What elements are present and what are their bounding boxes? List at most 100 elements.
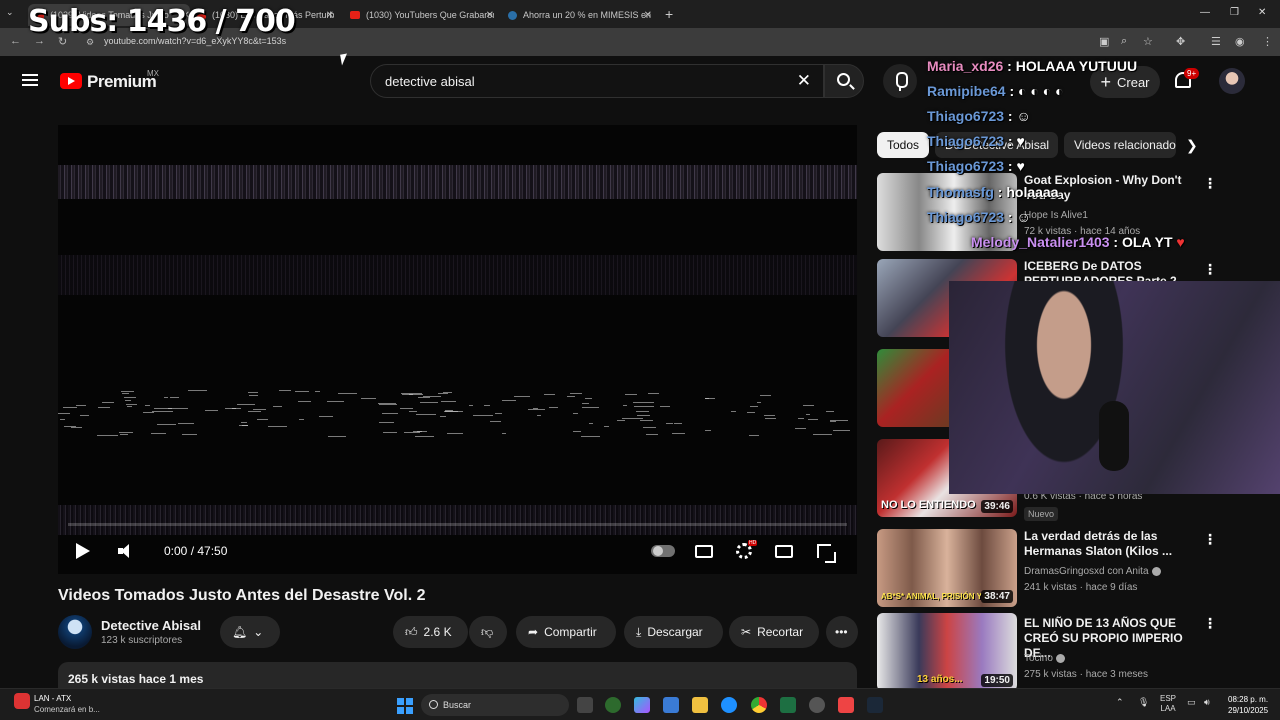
subtitles-icon[interactable]: [695, 545, 713, 558]
glitch-line: [415, 436, 434, 437]
obs-icon[interactable]: [838, 697, 854, 713]
new-tab-plus-icon[interactable]: +: [665, 6, 673, 22]
clip-label: Recortar: [757, 625, 804, 639]
close-window-icon[interactable]: ✕: [1258, 7, 1266, 18]
recommendation-channel[interactable]: Hope Is Alive1: [1024, 210, 1088, 221]
autoplay-toggle[interactable]: [651, 545, 675, 557]
volume-tray-icon[interactable]: 🔊︎: [1204, 697, 1210, 708]
download-button[interactable]: ⤓ Descargar: [624, 616, 723, 648]
more-vert-icon[interactable]: ⋮: [1203, 175, 1217, 192]
widget-title[interactable]: LAN - ATX: [34, 694, 71, 703]
share-button[interactable]: ➦ Compartir: [516, 616, 616, 648]
glitch-line: [643, 427, 656, 428]
glitch-line: [178, 423, 194, 424]
close-tab-icon[interactable]: ✕: [326, 10, 334, 21]
browser-tab-3[interactable]: (1030) YouTubers Que Grabaron ✕: [350, 4, 494, 26]
theater-mode-icon[interactable]: [775, 545, 793, 558]
streamer-webcam: [949, 281, 1280, 494]
browser-tab-4[interactable]: Ahorra un 20 % en MIMESIS en ✕: [508, 4, 652, 26]
more-vert-icon[interactable]: ⋮: [1203, 531, 1217, 548]
menu-dots-icon[interactable]: ⋮: [1262, 35, 1273, 48]
glitch-line: [401, 393, 422, 394]
recommendation-channel[interactable]: DramasGringosxd con Anita: [1024, 566, 1161, 577]
search-icon: [837, 73, 850, 86]
glitch-line: [328, 436, 346, 437]
youtube-logo-icon[interactable]: [60, 73, 82, 89]
maximize-icon[interactable]: ❐: [1230, 7, 1239, 18]
extensions-icon[interactable]: ✥: [1176, 35, 1185, 48]
chat-username: Melody_Natalier1403: [971, 234, 1110, 250]
glitch-line: [417, 431, 422, 432]
account-avatar[interactable]: [1219, 68, 1245, 94]
more-vert-icon[interactable]: ⋮: [1203, 261, 1217, 278]
widget-app-icon[interactable]: [14, 693, 30, 709]
dislike-button[interactable]: 👎︎: [469, 616, 507, 648]
clip-button[interactable]: ✂ Recortar: [729, 616, 819, 648]
play-icon[interactable]: [76, 543, 90, 559]
reading-list-icon[interactable]: ☰: [1211, 35, 1221, 48]
start-windows-icon[interactable]: [397, 698, 413, 714]
more-actions-button[interactable]: •••: [826, 616, 858, 648]
recommendation-item[interactable]: AB*S* ANIMAL, PRISIÓN Y L 38:47 La verda…: [877, 529, 1272, 609]
search-input[interactable]: detective abisal ✕: [370, 64, 824, 98]
app-icon[interactable]: [605, 697, 621, 713]
back-arrow-icon[interactable]: ←: [10, 35, 21, 47]
glitch-line: [420, 402, 438, 403]
steam-icon[interactable]: [867, 697, 883, 713]
video-thumbnail[interactable]: 13 años... 19:50: [877, 613, 1017, 691]
scanline-glitch-band: [58, 390, 857, 440]
volume-icon[interactable]: [118, 544, 132, 558]
minimize-icon[interactable]: —: [1200, 7, 1210, 18]
mic-tray-icon[interactable]: 🎙︎: [1138, 697, 1149, 708]
video-duration: 19:50: [981, 674, 1013, 687]
video-thumbnail[interactable]: AB*S* ANIMAL, PRISIÓN Y L 38:47: [877, 529, 1017, 607]
excel-icon[interactable]: [780, 697, 796, 713]
channel-avatar[interactable]: [58, 615, 92, 649]
glitch-line: [806, 414, 810, 415]
hamburger-menu-icon[interactable]: [22, 74, 38, 86]
channel-name[interactable]: Detective Abisal: [101, 618, 201, 633]
fullscreen-icon[interactable]: [817, 544, 836, 563]
glitch-line: [157, 424, 176, 425]
system-clock[interactable]: 08:28 p. m. 29/10/2025: [1228, 694, 1268, 716]
close-tab-icon[interactable]: ✕: [486, 10, 494, 21]
app-icon[interactable]: [809, 697, 825, 713]
like-button[interactable]: 👍︎ 2.6 K: [393, 616, 468, 648]
install-app-icon[interactable]: ▣: [1099, 35, 1109, 48]
search-button[interactable]: [824, 64, 864, 98]
taskbar-search[interactable]: Buscar: [421, 694, 569, 716]
youtube-brand-text[interactable]: Premium: [87, 72, 157, 92]
chrome-icon[interactable]: [751, 697, 767, 713]
recommendation-item[interactable]: 13 años... 19:50 EL NIÑO DE 13 AÑOS QUE …: [877, 613, 1272, 693]
recommendation-channel[interactable]: Tocino: [1024, 653, 1065, 664]
subscribed-bell-button[interactable]: 🔔︎ ⌄: [220, 616, 280, 648]
glitch-line: [589, 423, 593, 424]
file-explorer-icon[interactable]: [692, 697, 708, 713]
tray-chevron-icon[interactable]: ⌃: [1116, 697, 1124, 708]
copilot-icon[interactable]: [634, 697, 650, 713]
store-icon[interactable]: [663, 697, 679, 713]
more-vert-icon[interactable]: ⋮: [1203, 615, 1217, 632]
network-icon[interactable]: ▭: [1187, 697, 1196, 708]
tab-search-chevron-icon[interactable]: ⌄: [6, 7, 14, 18]
close-tab-icon[interactable]: ✕: [644, 10, 652, 21]
task-view-icon[interactable]: [577, 697, 593, 713]
chip-videos-relacionados[interactable]: Videos relacionados: [1064, 132, 1176, 158]
voice-search-mic-icon[interactable]: [883, 64, 917, 98]
edge-icon[interactable]: [721, 697, 737, 713]
thumbnail-caption: AB*S* ANIMAL, PRISIÓN Y L: [881, 592, 989, 601]
chip-todos[interactable]: Todos: [877, 132, 929, 158]
country-code: MX: [147, 69, 159, 78]
chips-next-chevron-icon[interactable]: ❯: [1186, 137, 1198, 154]
recommendation-title[interactable]: La verdad detrás de las Hermanas Slaton …: [1024, 529, 1194, 559]
glitch-line: [327, 401, 344, 402]
bookmark-star-icon[interactable]: ☆: [1143, 35, 1153, 48]
glitch-line: [648, 393, 659, 394]
video-progress-bar[interactable]: [68, 523, 847, 526]
glitch-line: [80, 415, 89, 416]
profile-icon[interactable]: ◉: [1235, 35, 1245, 48]
clear-search-icon[interactable]: ✕: [797, 71, 811, 91]
video-player[interactable]: 0:00 / 47:50 HD: [58, 125, 857, 574]
input-language[interactable]: ESP LAA: [1160, 694, 1176, 714]
zoom-icon[interactable]: ⌕: [1121, 35, 1127, 48]
